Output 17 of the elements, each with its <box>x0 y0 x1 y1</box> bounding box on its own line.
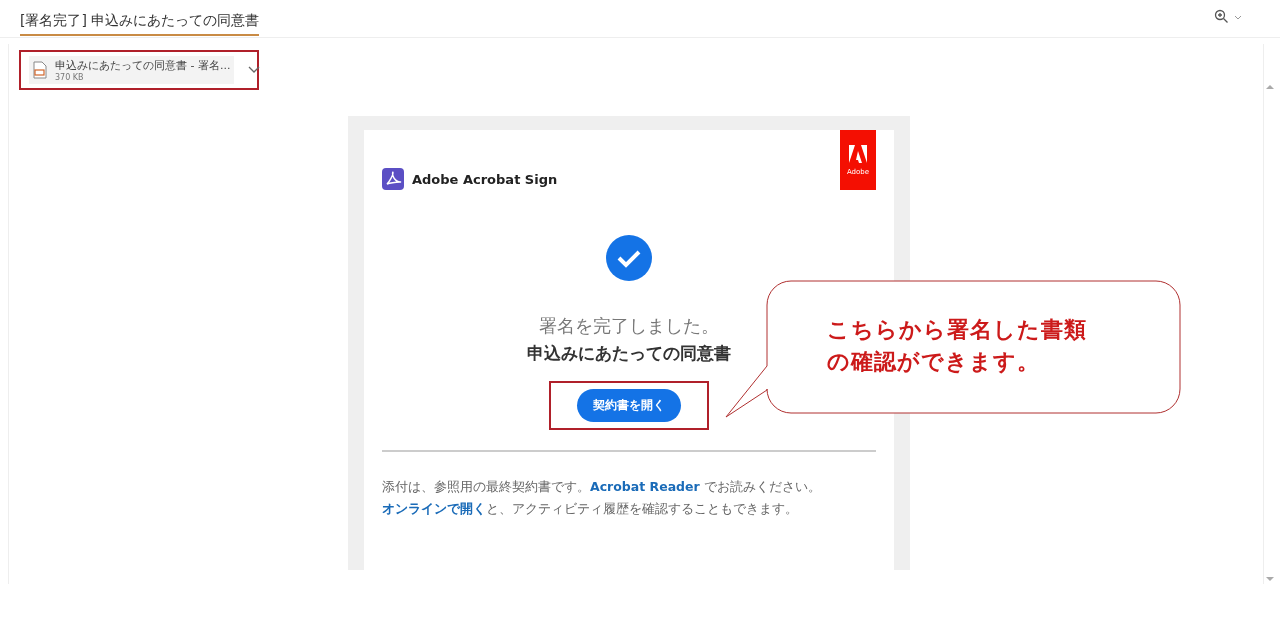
brand-name: Adobe Acrobat Sign <box>412 171 558 187</box>
attachment-size: 370 KB <box>55 73 85 82</box>
document-title: 申込みにあたっての同意書 <box>527 342 731 365</box>
zoom-in-icon[interactable] <box>1214 8 1244 25</box>
link[interactable]: Acrobat Reader <box>590 479 700 494</box>
acrobat-logo-icon <box>382 168 404 190</box>
attachment-name: 申込みにあたっての同意書 - 署名... <box>55 58 231 73</box>
email-subject: [署名完了] 申込みにあたっての同意書 <box>20 5 260 36</box>
check-circle-icon <box>605 234 653 282</box>
status-message: 署名を完了しました。 <box>539 314 719 338</box>
open-contract-button[interactable]: 契約書を開く <box>577 389 681 422</box>
chevron-down-icon[interactable] <box>248 66 261 74</box>
footer-text: 添付は、参照用の最終契約書です。Acrobat Reader でお読みください。 オンラインで開く と、アクティビティ履歴を確認することもできます。 <box>382 478 822 518</box>
link[interactable]: オンラインで開く <box>382 501 486 516</box>
attachment-chip[interactable]: 申込みにあたっての同意書 - 署名... 370 KB <box>19 50 259 90</box>
pdf-file-icon <box>33 61 47 79</box>
callout-text: こちらから署名した書類 の確認ができます。 <box>827 316 1087 376</box>
